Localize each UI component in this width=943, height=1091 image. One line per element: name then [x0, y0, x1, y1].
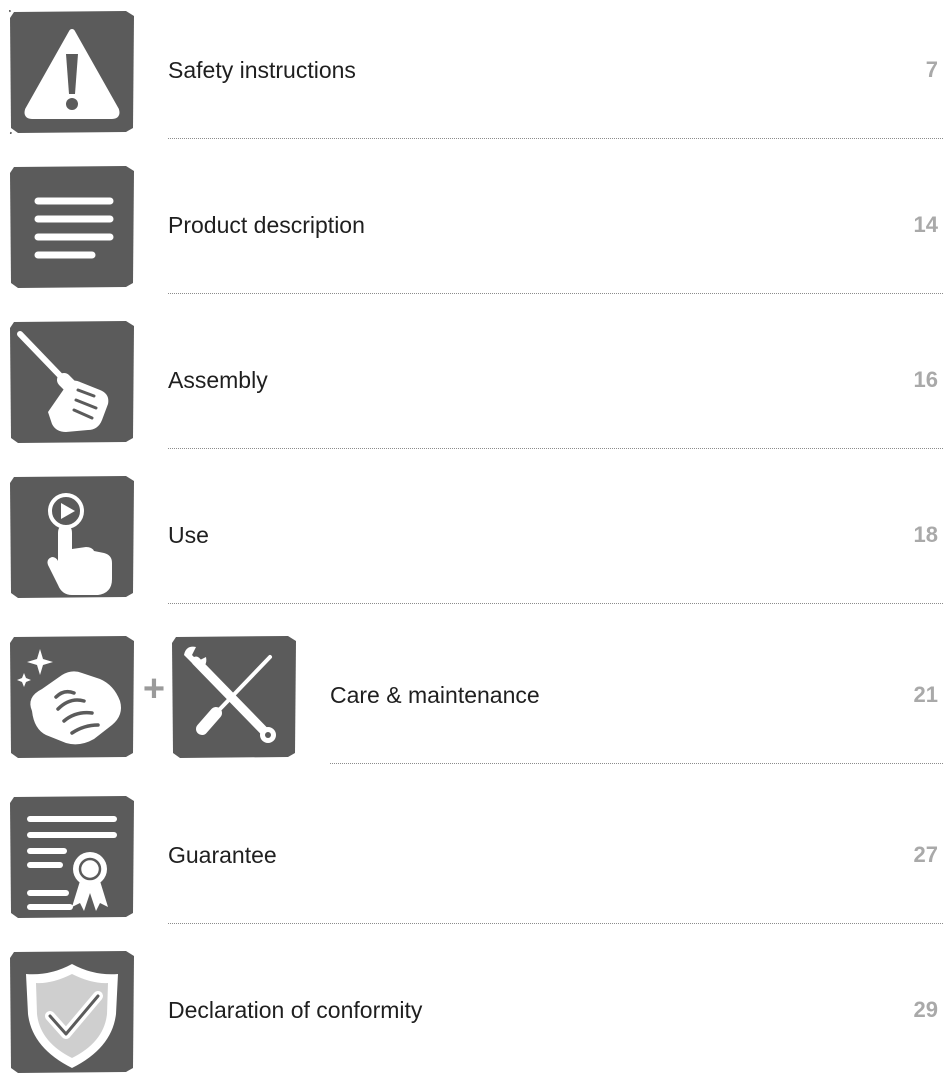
- toc-title: Declaration of conformity: [168, 997, 423, 1023]
- toc-title: Use: [168, 522, 209, 548]
- toc-page-number: 29: [913, 997, 938, 1022]
- toc-entry-care-maintenance[interactable]: + Care & maintenance 21: [0, 625, 943, 765]
- toc-page-number: 27: [913, 842, 938, 867]
- dotted-divider: [168, 923, 943, 924]
- touch-play-icon: [8, 475, 136, 599]
- dotted-divider: [168, 448, 943, 449]
- toc-title: Care & maintenance: [330, 682, 540, 708]
- toc-page-number: 14: [913, 212, 938, 237]
- dotted-divider: [168, 293, 943, 294]
- certificate-icon: [8, 795, 136, 919]
- toc-entry-guarantee[interactable]: Guarantee 27: [0, 785, 943, 925]
- plus-joiner: +: [142, 668, 166, 710]
- toc-page-number: 21: [913, 682, 938, 707]
- shield-check-icon: [8, 950, 136, 1074]
- toc-entry-safety-instructions[interactable]: Safety instructions 7: [0, 0, 943, 140]
- toc-page-number: 16: [913, 367, 938, 392]
- toc-page-number: 18: [913, 522, 938, 547]
- toc-title: Product description: [168, 212, 365, 238]
- cleaning-hand-icon: [8, 635, 136, 759]
- toc-entry-assembly[interactable]: Assembly 16: [0, 310, 943, 450]
- warning-icon: [8, 10, 136, 134]
- toc-entry-product-description[interactable]: Product description 14: [0, 155, 943, 295]
- dotted-divider: [168, 138, 943, 139]
- toc-entry-declaration-of-conformity[interactable]: Declaration of conformity 29: [0, 940, 943, 1080]
- toc-entry-use[interactable]: Use 18: [0, 465, 943, 605]
- screwdriver-hand-icon: [8, 320, 136, 444]
- toc-title: Safety instructions: [168, 57, 356, 83]
- toc-title: Guarantee: [168, 842, 277, 868]
- toc-title: Assembly: [168, 367, 268, 393]
- dotted-divider: [330, 763, 943, 764]
- wrench-screwdriver-icon: [170, 635, 298, 759]
- dotted-divider: [168, 603, 943, 604]
- table-of-contents: Safety instructions 7 Product descriptio…: [0, 0, 943, 1091]
- toc-page-number: 7: [925, 57, 938, 82]
- text-lines-icon: [8, 165, 136, 289]
